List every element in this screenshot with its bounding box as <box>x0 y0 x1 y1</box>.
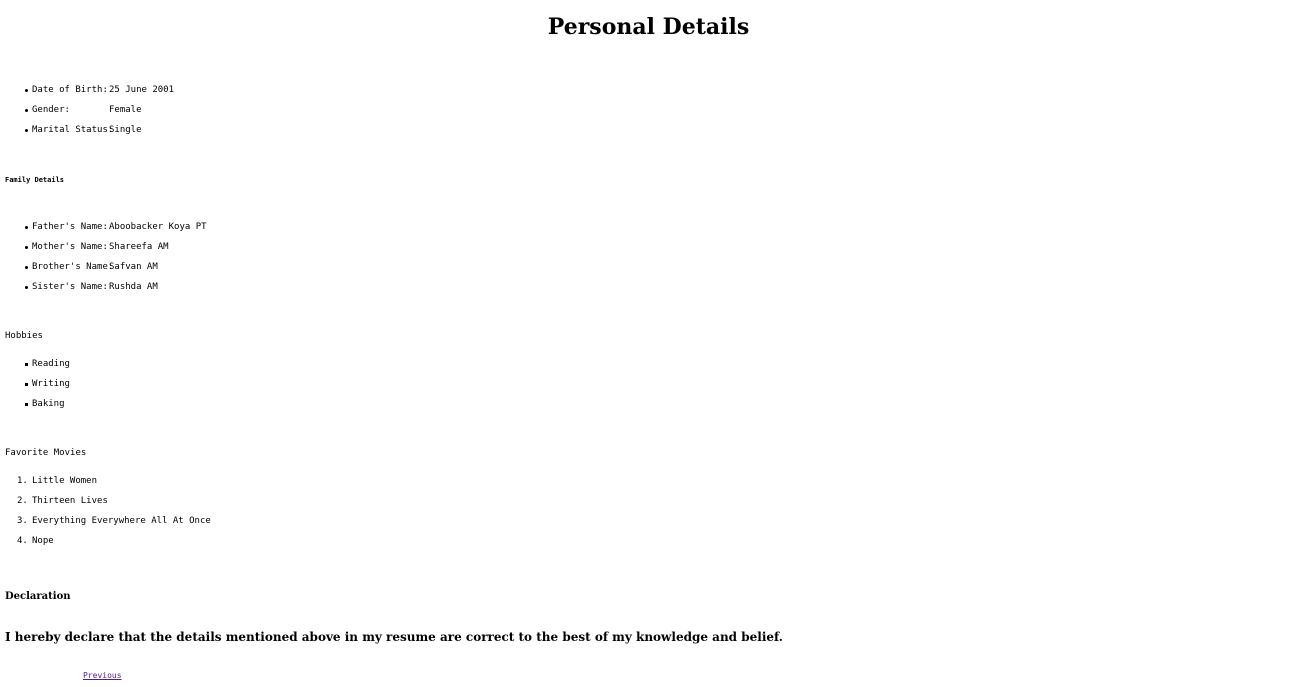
movie-title: Thirteen Lives <box>32 496 108 506</box>
mother-name-value: Shareefa AM <box>109 242 169 252</box>
list-item: Gender: Female <box>24 102 174 122</box>
list-item: Mother's Name:Shareefa AM <box>25 239 207 259</box>
sister-name-label: Sister's Name: <box>32 282 108 292</box>
hobbies-list: Reading Writing Baking <box>0 356 70 416</box>
gender-value: Female <box>109 105 142 115</box>
family-details-list: Father's Name:Aboobacker Koya PT Mother'… <box>0 219 207 299</box>
brother-name-value: Safvan AM <box>109 262 158 272</box>
list-item: Brother's Name:Safvan AM <box>25 259 207 279</box>
hobbies-heading: Hobbies <box>5 331 43 341</box>
declaration-heading: Declaration <box>5 591 71 602</box>
list-item: Marital Status:Single <box>24 122 174 142</box>
declaration-text: I hereby declare that the details mentio… <box>5 630 783 644</box>
movie-title: Everything Everywhere All At Once <box>32 516 211 526</box>
dob-value: 25 June 2001 <box>109 85 175 95</box>
dob-label: Date of Birth: <box>32 85 108 95</box>
list-item: Writing <box>25 376 70 396</box>
list-number: 4. <box>17 536 28 546</box>
marital-status-value: Single <box>109 125 142 135</box>
list-item: 1. Little Women <box>17 473 211 493</box>
marital-status-label: Marital Status: <box>32 125 114 135</box>
sister-name-value: Rushda AM <box>109 282 158 292</box>
list-item: Father's Name:Aboobacker Koya PT <box>25 219 207 239</box>
brother-name-label: Brother's Name: <box>32 262 114 272</box>
father-name-label: Father's Name: <box>32 222 108 232</box>
list-item: 3. Everything Everywhere All At Once <box>17 513 211 533</box>
favorite-movies-list: 1. Little Women 2. Thirteen Lives 3. Everyt… <box>0 473 211 553</box>
list-item: Baking <box>25 396 70 416</box>
list-item: 2. Thirteen Lives <box>17 493 211 513</box>
list-number: 1. <box>17 476 28 486</box>
list-item: Sister's Name:Rushda AM <box>25 279 207 299</box>
family-details-heading: Family Details <box>5 176 65 184</box>
gender-label: Gender: <box>32 105 70 115</box>
father-name-value: Aboobacker Koya PT <box>109 222 207 232</box>
previous-link[interactable]: Previous <box>83 671 122 680</box>
mother-name-label: Mother's Name: <box>32 242 108 252</box>
movie-title: Little Women <box>32 476 98 486</box>
list-number: 3. <box>17 516 28 526</box>
movie-title: Nope <box>32 536 54 546</box>
list-item: 4. Nope <box>17 533 211 553</box>
list-item: Reading <box>25 356 70 376</box>
personal-details-list: Date of Birth:25 June 2001 Gender: Female… <box>0 82 174 142</box>
favorite-movies-heading: Favorite Movies <box>5 448 87 458</box>
list-number: 2. <box>17 496 28 506</box>
page-title: Personal Details <box>547 14 750 40</box>
list-item: Date of Birth:25 June 2001 <box>24 82 175 102</box>
